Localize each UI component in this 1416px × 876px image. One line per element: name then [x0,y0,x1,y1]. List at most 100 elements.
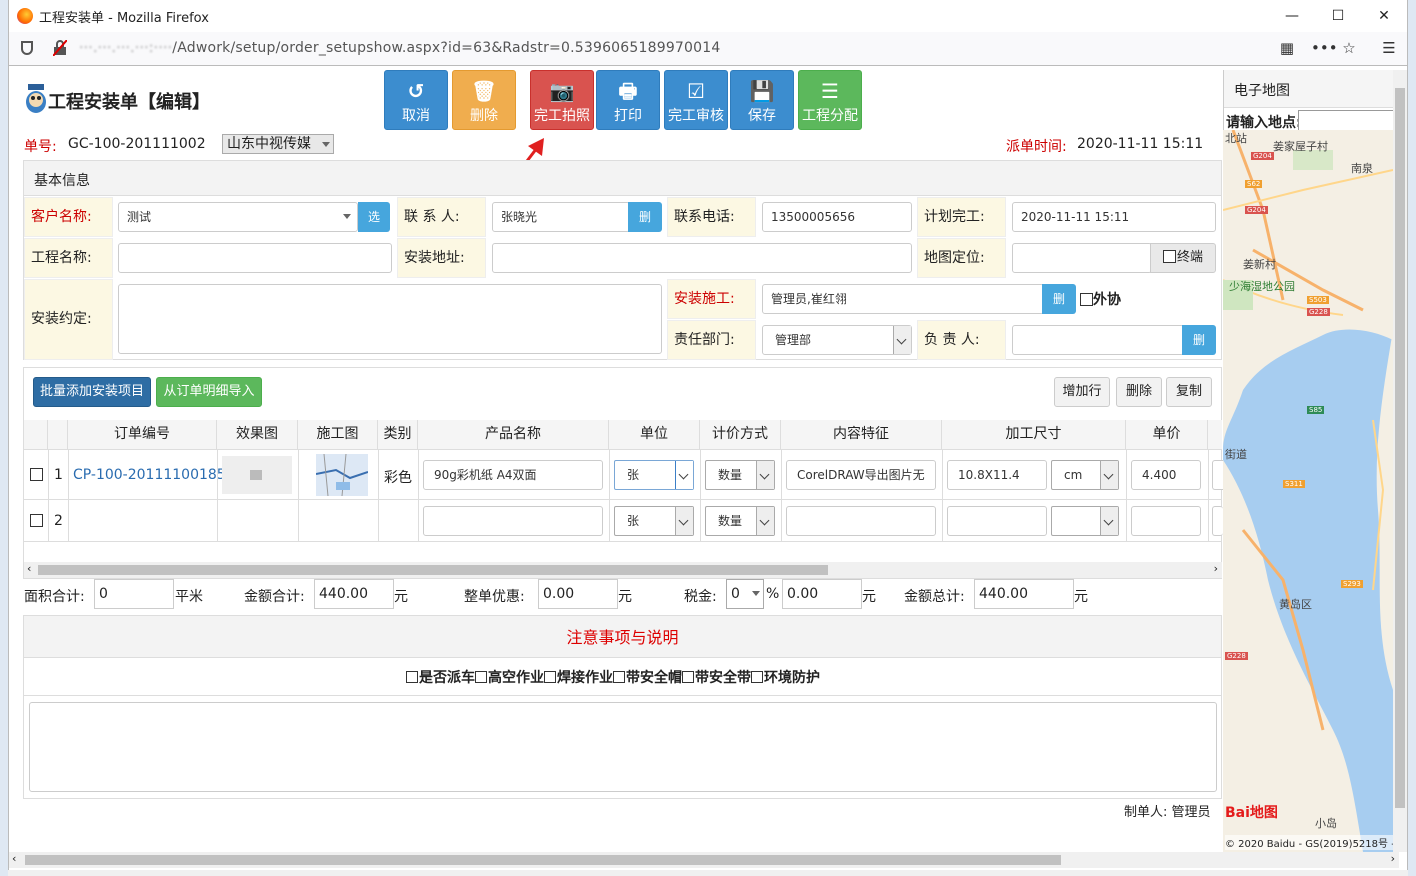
amount-input[interactable]: 440.00 [314,579,394,609]
qr-code-icon[interactable]: ▦ [1277,39,1297,59]
installer-delete-button[interactable]: 删 [1042,284,1076,314]
page-hscrollbar[interactable]: ‹ › [9,852,1399,868]
cancel-button[interactable]: ↺ 取消 [384,70,448,130]
outsource-option[interactable]: 外协 [1080,289,1121,309]
minimize-icon[interactable]: — [1269,4,1315,28]
map-canvas[interactable]: 北站 姜家屋子村 南泉 姜新村 少海湿地公园 黄岛区 小岛 街道 G204 S62 G204 S50… [1223,130,1393,852]
shield-icon[interactable] [21,41,33,55]
effect-image[interactable] [222,456,292,494]
note-option[interactable]: 是否派车 [406,670,475,686]
audit-button[interactable]: ☑ 完工审核 [664,70,728,130]
unit-select[interactable]: 张 [614,460,694,490]
project-input[interactable] [118,243,392,273]
contact-input[interactable]: 张晓光 [492,202,630,232]
order-no-link[interactable]: CP-100-20111100185 [73,467,226,483]
address-input[interactable] [492,243,912,273]
address-bar[interactable]: ···.···.···.···:····/Adwork/setup/order_… [8,32,1408,66]
checkbox[interactable] [406,671,418,683]
size-input[interactable] [947,506,1047,536]
batch-add-button[interactable]: 批量添加安装项目 [33,377,151,407]
price-input[interactable]: 4.400 [1131,460,1201,490]
tax-rate-select[interactable]: 0 [726,579,764,609]
scroll-right-icon[interactable]: › [1391,852,1395,865]
company-select[interactable]: 山东中视传媒 [222,134,334,154]
map-vscrollbar[interactable] [1393,70,1407,852]
installer-input[interactable]: 管理员,崔红翎 [762,284,1044,314]
map-search-input[interactable] [1298,110,1394,132]
bookmark-star-icon[interactable]: ☆ [1339,39,1359,59]
feature-input[interactable]: CorelDRAW导出图片无 [786,460,936,490]
terminal-toggle[interactable]: 终端 [1150,243,1216,273]
next-col-input[interactable] [1212,506,1223,536]
note-option[interactable]: 带安全帽 [613,670,682,686]
size-input[interactable]: 10.8X11.4 [947,460,1047,490]
copy-row-button[interactable]: 复制 [1166,377,1212,407]
product-input[interactable] [423,506,603,536]
checkbox[interactable] [475,671,487,683]
customer-label: 客户名称: [24,197,113,237]
agreement-textarea[interactable] [118,284,662,354]
th-product: 产品名称 [418,420,609,450]
scroll-left-icon[interactable]: ‹ [27,562,31,575]
url-text[interactable]: ···.···.···.···:····/Adwork/setup/order_… [79,40,720,56]
total-input[interactable]: 440.00 [974,579,1074,609]
feature-input[interactable] [786,506,936,536]
outsource-checkbox[interactable] [1080,293,1093,306]
note-option[interactable]: 高空作业 [475,670,544,686]
contact-delete-button[interactable]: 删 [628,202,662,232]
size-unit-select[interactable] [1051,506,1119,536]
row-checkbox[interactable] [30,514,43,527]
area-input[interactable]: 0 [94,579,174,609]
note-option[interactable]: 带安全带 [682,670,751,686]
scroll-thumb[interactable] [25,855,1061,865]
unit-select[interactable]: 张 [614,506,694,536]
dept-select[interactable]: 管理部 [762,325,912,355]
photo-button[interactable]: 📷 完工拍照 [530,70,594,130]
add-row-button[interactable]: 增加行 [1054,377,1110,407]
scroll-thumb[interactable] [1395,88,1405,808]
owner-delete-button[interactable]: 删 [1182,325,1216,355]
customer-choose-button[interactable]: 选 [358,202,390,232]
print-button[interactable]: 🖶 打印 [596,70,660,130]
pricing-select[interactable]: 数量 [705,506,775,536]
scroll-left-icon[interactable]: ‹ [12,852,16,865]
import-button[interactable]: 从订单明细导入 [156,377,262,407]
row-checkbox[interactable] [30,468,43,481]
terminal-checkbox[interactable] [1163,250,1176,263]
next-col-input[interactable] [1212,460,1223,490]
tax-input[interactable]: 0.00 [782,579,862,609]
maximize-icon[interactable]: ☐ [1315,4,1361,28]
construction-image[interactable] [316,454,368,496]
pricing-select[interactable]: 数量 [705,460,775,490]
checkbox[interactable] [751,671,763,683]
table-hscrollbar[interactable]: ‹ › [24,562,1222,578]
checkbox[interactable] [613,671,625,683]
note-option-label: 带安全帽 [626,670,682,686]
menu-icon[interactable]: ☰ [1379,39,1399,59]
more-actions-icon[interactable]: ••• [1311,39,1338,59]
owner-input[interactable] [1012,325,1184,355]
price-input[interactable] [1131,506,1201,536]
scroll-thumb[interactable] [38,565,828,575]
notes-textarea[interactable] [29,702,1217,792]
note-option[interactable]: 环境防护 [751,670,820,686]
size-unit-select[interactable]: cm [1051,460,1119,490]
delete-row-button[interactable]: 删除 [1116,377,1162,407]
note-option[interactable]: 焊接作业 [544,670,613,686]
assign-button[interactable]: ☰ 工程分配 [798,70,862,130]
plan-input[interactable]: 2020-11-11 15:11 [1012,202,1216,232]
agreement-label: 安装约定: [24,279,113,360]
insecure-lock-icon[interactable] [53,40,67,56]
product-input[interactable]: 90g彩机纸 A4双面 [423,460,603,490]
delete-button[interactable]: 🗑 删除 [452,70,516,130]
phone-input[interactable]: 13500005656 [762,202,912,232]
dept-value: 管理部 [775,333,812,347]
close-icon[interactable]: ✕ [1361,4,1407,28]
checkbox[interactable] [682,671,694,683]
checkbox[interactable] [544,671,556,683]
scroll-right-icon[interactable]: › [1214,562,1218,575]
geo-input[interactable] [1012,243,1152,273]
save-button[interactable]: 💾 保存 [730,70,794,130]
customer-select[interactable]: 测试 [118,202,358,232]
discount-input[interactable]: 0.00 [538,579,618,609]
